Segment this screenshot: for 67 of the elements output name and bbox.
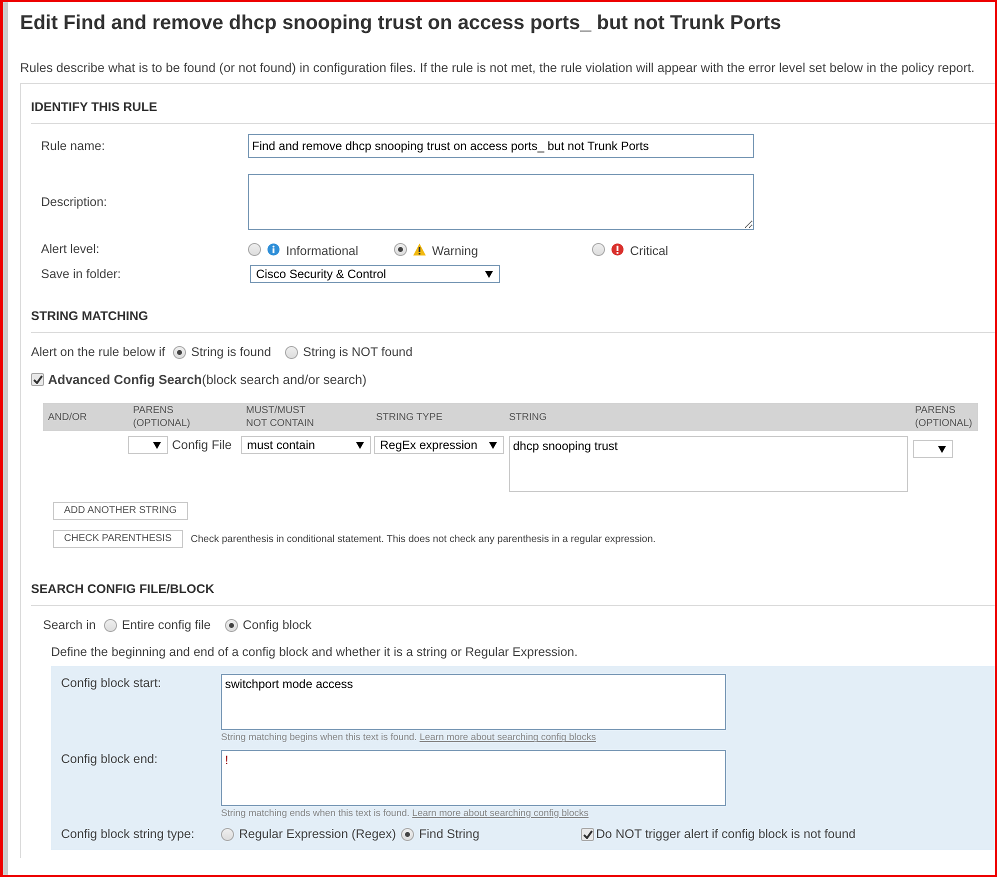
radio-button[interactable] <box>394 242 407 256</box>
checkbox[interactable] <box>31 373 44 386</box>
option-label: String is NOT found <box>303 344 413 362</box>
section-heading: STRING MATCHING <box>31 307 995 334</box>
option-label: Search in <box>43 616 96 634</box>
dropdown[interactable] <box>128 436 168 454</box>
column-header: AND/OR <box>47 410 88 424</box>
intro-text: Rules describe what is to be found (or not found) in configuration files. If the rule is not met, the rule violation will appear with the error level set below in the policy report. <box>20 59 976 77</box>
dropdown[interactable]: must contain <box>241 436 371 454</box>
column-header: PARENS (OPTIONAL) <box>914 404 974 430</box>
field-label: Config block string type: <box>61 826 196 843</box>
option-label: String is found <box>191 344 272 362</box>
text-area[interactable]: dhcp snooping trust <box>509 436 908 492</box>
field-label: Config block end: <box>61 750 159 768</box>
help-text: Define the beginning and end of a config block and whether it is a string or Regular Expression. <box>51 644 579 661</box>
error-icon <box>611 242 624 256</box>
warning-icon <box>413 242 426 256</box>
dropdown[interactable] <box>913 440 953 458</box>
field-label: Save in folder: <box>40 266 122 283</box>
column-header: MUST/MUST NOT CONTAIN <box>245 404 315 430</box>
option-label: Config block <box>242 616 312 634</box>
input-field[interactable]: Find and remove dhcp snooping trust on access ports_ but not Trunk Ports <box>248 134 754 158</box>
radio-button[interactable] <box>592 242 605 256</box>
option-label: Informational <box>286 242 358 260</box>
option-label: Find String <box>419 826 480 843</box>
info-icon <box>267 242 280 256</box>
column-header: STRING TYPE <box>375 410 444 424</box>
radio-button[interactable] <box>248 242 261 256</box>
field-label: Description: <box>40 194 108 211</box>
radio-button[interactable] <box>285 346 298 360</box>
dropdown[interactable]: Cisco Security & Control <box>250 265 500 284</box>
checkbox[interactable] <box>581 828 594 841</box>
field-label: Alert level: <box>40 240 100 258</box>
table-cell-text: Config File <box>172 437 232 454</box>
radio-button[interactable] <box>104 618 117 632</box>
option-label: Warning <box>432 242 478 260</box>
section-heading: IDENTIFY THIS RULE <box>31 98 995 124</box>
dropdown[interactable]: RegEx expression <box>374 436 504 454</box>
hint-text: String matching begins when this text is found. Learn more about searching config blocks <box>221 731 597 746</box>
page-title: Edit Find and remove dhcp snooping trust on access ports_ but not Trunk Ports <box>20 11 782 36</box>
column-header: STRING <box>508 410 548 424</box>
section-heading: SEARCH CONFIG FILE/BLOCK <box>31 580 995 606</box>
field-label: Rule name: <box>40 138 106 155</box>
caret-icon <box>153 442 161 449</box>
caret-icon <box>356 442 364 449</box>
text-area[interactable] <box>248 174 754 230</box>
checkbox-label: Do NOT trigger alert if config block is not found <box>596 826 856 843</box>
text-area[interactable]: ! <box>221 750 726 806</box>
help-text: Check parenthesis in conditional statement. This does not check any parenthesis in a regular expression. <box>190 532 656 547</box>
radio-button[interactable] <box>221 828 234 841</box>
text-area[interactable]: switchport mode access <box>221 674 726 730</box>
field-label: Config block start: <box>61 675 162 692</box>
caret-icon <box>938 446 946 453</box>
option-label: Regular Expression (Regex) <box>239 826 396 843</box>
caret-icon <box>485 270 493 278</box>
radio-button[interactable] <box>401 828 414 841</box>
caret-icon <box>489 442 497 449</box>
column-header: PARENS (OPTIONAL) <box>132 404 192 430</box>
option-label: Critical <box>630 242 668 260</box>
option-label: Entire config file <box>122 616 211 634</box>
add-string-button[interactable]: ADD ANOTHER STRING <box>53 502 188 520</box>
radio-button[interactable] <box>173 346 186 360</box>
check-parenthesis-button[interactable]: CHECK PARENTHESIS <box>53 530 183 548</box>
radio-button[interactable] <box>224 618 238 632</box>
hint-text: String matching ends when this text is found. Learn more about searching config blocks <box>221 806 590 821</box>
checkbox-label: Advanced Config Search(block search and/or search) <box>48 370 367 389</box>
option-label: Alert on the rule below if <box>31 344 166 362</box>
